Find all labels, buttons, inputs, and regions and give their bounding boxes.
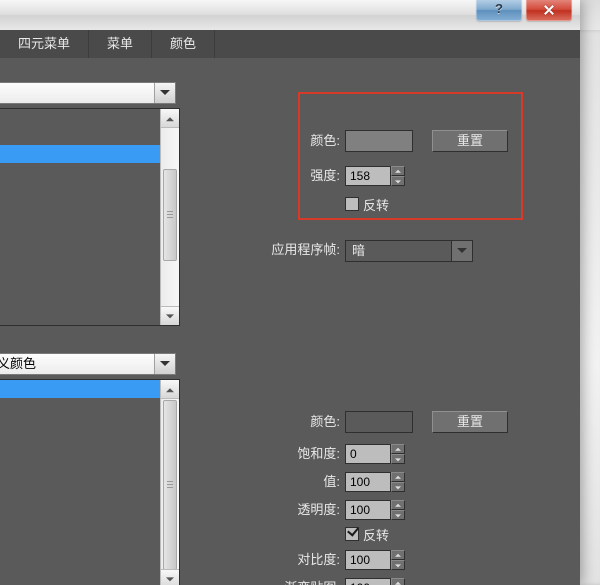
category-dropdown-1[interactable] bbox=[0, 82, 176, 104]
reset-button[interactable]: 重置 bbox=[432, 130, 508, 152]
scroll-down-icon[interactable] bbox=[161, 569, 179, 585]
value-spinner[interactable]: 100 bbox=[345, 472, 405, 492]
titlebar bbox=[0, 0, 580, 31]
chevron-down-icon[interactable] bbox=[451, 241, 472, 261]
red-callout bbox=[298, 92, 523, 220]
list-item[interactable] bbox=[0, 127, 161, 145]
gradient-label: 渐变贴图: bbox=[258, 578, 340, 585]
spinner-up-icon[interactable] bbox=[391, 166, 405, 176]
list-2-content bbox=[0, 380, 161, 585]
spinner-down-icon[interactable] bbox=[391, 482, 405, 492]
spinner-down-icon[interactable] bbox=[391, 560, 405, 570]
close-button[interactable] bbox=[526, 0, 572, 21]
spinner-up-icon[interactable] bbox=[391, 578, 405, 585]
saturation-spinner[interactable]: 0 bbox=[345, 444, 405, 464]
menu-color[interactable]: 颜色 bbox=[152, 30, 215, 58]
spinner-down-icon[interactable] bbox=[391, 454, 405, 464]
spinner-up-icon[interactable] bbox=[391, 550, 405, 560]
spinner-up-icon[interactable] bbox=[391, 444, 405, 454]
saturation-label: 饱和度: bbox=[268, 444, 340, 464]
color-swatch[interactable] bbox=[345, 130, 413, 152]
scroll-thumb[interactable] bbox=[163, 400, 177, 570]
panel: 义颜色 颜色: 重置 强度: 158 bbox=[0, 58, 580, 585]
contrast-value[interactable]: 100 bbox=[345, 550, 391, 570]
scroll-down-icon[interactable] bbox=[161, 306, 179, 325]
list-item-selected[interactable] bbox=[0, 380, 161, 398]
chevron-down-icon[interactable] bbox=[154, 83, 175, 103]
list-item[interactable] bbox=[0, 109, 161, 127]
checkbox-box[interactable] bbox=[345, 527, 359, 541]
invert2-label: 反转 bbox=[363, 525, 389, 544]
color-label: 颜色: bbox=[280, 131, 340, 151]
invert-checkbox[interactable]: 反转 bbox=[345, 196, 389, 212]
list-2[interactable] bbox=[0, 379, 180, 585]
help-button[interactable] bbox=[476, 0, 522, 21]
color2-swatch[interactable] bbox=[345, 411, 413, 433]
scroll-up-icon[interactable] bbox=[161, 109, 179, 128]
spinner-up-icon[interactable] bbox=[391, 500, 405, 510]
spinner-down-icon[interactable] bbox=[391, 176, 405, 186]
list-1[interactable] bbox=[0, 108, 180, 326]
spinner-down-icon[interactable] bbox=[391, 510, 405, 520]
color2-label: 颜色: bbox=[280, 412, 340, 432]
menubar: 四元菜单 菜单 颜色 bbox=[0, 30, 580, 59]
intensity-label: 强度: bbox=[280, 166, 340, 186]
intensity-value[interactable]: 158 bbox=[345, 166, 391, 186]
value-value[interactable]: 100 bbox=[345, 472, 391, 492]
opacity-label: 透明度: bbox=[268, 500, 340, 520]
scroll-thumb[interactable] bbox=[163, 169, 177, 261]
list-item-selected[interactable] bbox=[0, 145, 161, 163]
category-dropdown-2-text: 义颜色 bbox=[0, 354, 153, 374]
checkbox-box[interactable] bbox=[345, 197, 359, 211]
saturation-value[interactable]: 0 bbox=[345, 444, 391, 464]
menu-menu[interactable]: 菜单 bbox=[89, 30, 152, 58]
scrollbar[interactable] bbox=[160, 380, 179, 585]
reset2-button[interactable]: 重置 bbox=[432, 411, 508, 433]
category-dropdown-1-text bbox=[0, 83, 153, 103]
list-1-content bbox=[0, 109, 161, 325]
menu-quad[interactable]: 四元菜单 bbox=[0, 30, 89, 58]
category-dropdown-2[interactable]: 义颜色 bbox=[0, 353, 176, 375]
opacity-spinner[interactable]: 100 bbox=[345, 500, 405, 520]
gradient-spinner[interactable]: 100 bbox=[345, 578, 405, 585]
chevron-down-icon[interactable] bbox=[154, 354, 175, 374]
spinner-buttons[interactable] bbox=[391, 166, 405, 186]
contrast-spinner[interactable]: 100 bbox=[345, 550, 405, 570]
scroll-up-icon[interactable] bbox=[161, 380, 179, 399]
value-label: 值: bbox=[300, 472, 340, 492]
opacity-value[interactable]: 100 bbox=[345, 500, 391, 520]
invert2-checkbox[interactable]: 反转 bbox=[345, 526, 389, 542]
dialog-window: 四元菜单 菜单 颜色 义颜色 bbox=[0, 0, 580, 585]
app-frame-value: 暗 bbox=[352, 241, 450, 261]
app-frame-label: 应用程序帧: bbox=[245, 240, 340, 260]
contrast-label: 对比度: bbox=[268, 550, 340, 570]
invert-label: 反转 bbox=[363, 195, 389, 214]
gradient-value[interactable]: 100 bbox=[345, 578, 391, 585]
spinner-up-icon[interactable] bbox=[391, 472, 405, 482]
intensity-spinner[interactable]: 158 bbox=[345, 166, 405, 186]
app-frame-dropdown[interactable]: 暗 bbox=[345, 240, 473, 262]
scrollbar[interactable] bbox=[160, 109, 179, 325]
